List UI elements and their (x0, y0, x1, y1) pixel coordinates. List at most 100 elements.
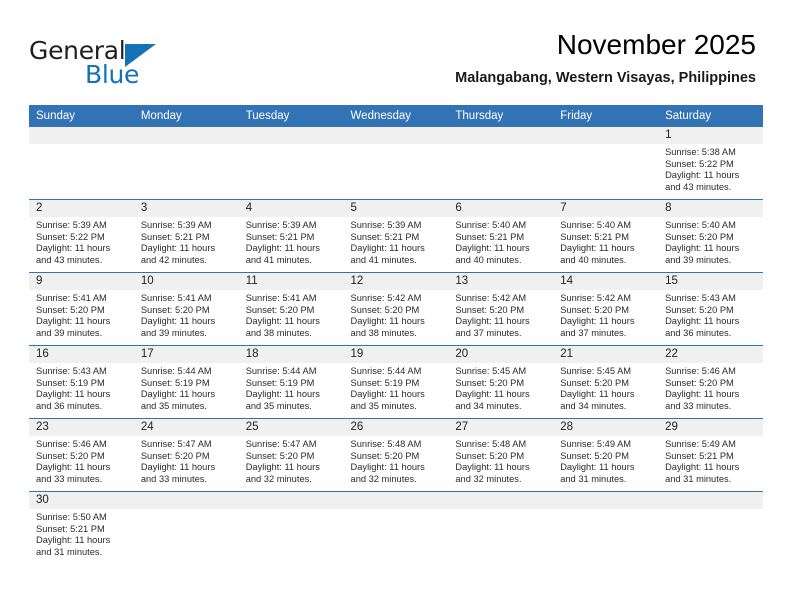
calendar-day-cell[interactable]: 22 Sunrise: 5:46 AM Sunset: 5:20 PM Dayligh… (658, 346, 763, 419)
day-sun-info: Sunrise: 5:43 AM Sunset: 5:20 PM Daylight:… (658, 290, 763, 339)
calendar-day-cell[interactable]: 16 Sunrise: 5:43 AM Sunset: 5:19 PM Dayligh… (29, 346, 134, 419)
calendar-day-cell[interactable]: 24 Sunrise: 5:47 AM Sunset: 5:20 PM Dayligh… (133, 419, 239, 492)
day-sun-info: Sunrise: 5:44 AM Sunset: 5:19 PM Daylight:… (134, 363, 239, 412)
calendar-day-cell[interactable]: 27 Sunrise: 5:48 AM Sunset: 5:20 PM Dayligh… (448, 419, 554, 492)
day-cell-content: 2 Sunrise: 5:39 AM Sunset: 5:22 PM Daylight… (29, 200, 134, 272)
calendar-day-cell[interactable]: 12 Sunrise: 5:42 AM Sunset: 5:20 PM Dayligh… (343, 273, 449, 346)
calendar-day-cell[interactable]: 30 Sunrise: 5:50 AM Sunset: 5:21 PM Dayligh… (29, 492, 134, 565)
day-number (343, 127, 449, 144)
day-info-daylight1: Daylight: 11 hours (560, 316, 635, 327)
calendar-day-cell[interactable]: 6 Sunrise: 5:40 AM Sunset: 5:21 PM Daylight… (448, 200, 554, 273)
day-info-sunset: Sunset: 5:19 PM (350, 377, 420, 388)
day-cell-content: 28 Sunrise: 5:49 AM Sunset: 5:20 PM Dayligh… (553, 419, 659, 491)
day-cell-content: 22 Sunrise: 5:46 AM Sunset: 5:20 PM Dayligh… (658, 346, 763, 418)
calendar-day-cell[interactable]: 21 Sunrise: 5:45 AM Sunset: 5:20 PM Dayligh… (553, 346, 659, 419)
calendar-day-cell[interactable]: 26 Sunrise: 5:48 AM Sunset: 5:20 PM Dayligh… (343, 419, 449, 492)
calendar-day-cell[interactable]: 20 Sunrise: 5:45 AM Sunset: 5:20 PM Dayligh… (448, 346, 554, 419)
calendar-week-row: 2 Sunrise: 5:39 AM Sunset: 5:22 PM Daylight… (29, 199, 763, 273)
day-info-sunrise: Sunrise: 5:40 AM (455, 220, 527, 230)
day-sun-info: Sunrise: 5:44 AM Sunset: 5:19 PM Daylight:… (239, 363, 344, 412)
calendar-day-cell[interactable]: 14 Sunrise: 5:42 AM Sunset: 5:20 PM Dayligh… (553, 273, 659, 346)
day-info-sunset: Sunset: 5:19 PM (140, 377, 210, 388)
day-info-sunset: Sunset: 5:20 PM (455, 304, 525, 315)
day-info-daylight1: Daylight: 11 hours (245, 243, 320, 254)
calendar-day-cell[interactable]: 23 Sunrise: 5:46 AM Sunset: 5:20 PM Dayligh… (29, 419, 134, 492)
day-number (343, 492, 449, 509)
day-number: 9 (29, 273, 134, 290)
day-info-daylight1: Daylight: 11 hours (455, 462, 530, 473)
day-cell-content (29, 127, 134, 199)
day-sun-info: Sunrise: 5:49 AM Sunset: 5:21 PM Daylight:… (658, 436, 763, 485)
calendar-day-cell[interactable]: 9 Sunrise: 5:41 AM Sunset: 5:20 PM Daylight… (29, 273, 134, 346)
calendar-day-cell[interactable]: 5 Sunrise: 5:39 AM Sunset: 5:21 PM Daylight… (343, 200, 449, 273)
general-blue-logo[interactable]: General Blue (29, 36, 239, 92)
day-number: 6 (448, 200, 554, 217)
day-info-daylight2: and 39 minutes. (140, 327, 207, 338)
weekday-header-wednesday: Wednesday (343, 105, 449, 127)
calendar-day-cell[interactable]: 17 Sunrise: 5:44 AM Sunset: 5:19 PM Dayligh… (133, 346, 239, 419)
calendar-day-cell[interactable]: 15 Sunrise: 5:43 AM Sunset: 5:20 PM Dayligh… (658, 273, 763, 346)
day-sun-info: Sunrise: 5:49 AM Sunset: 5:20 PM Daylight:… (553, 436, 658, 485)
day-info-sunset: Sunset: 5:21 PM (140, 231, 210, 242)
day-sun-info: Sunrise: 5:46 AM Sunset: 5:20 PM Daylight:… (658, 363, 763, 412)
day-info-daylight2: and 42 minutes. (140, 254, 207, 265)
calendar-body: 1 Sunrise: 5:38 AM Sunset: 5:22 PM Daylight… (29, 127, 763, 564)
calendar-day-cell[interactable]: 19 Sunrise: 5:44 AM Sunset: 5:19 PM Dayligh… (343, 346, 449, 419)
weekday-header-saturday: Saturday (658, 105, 763, 127)
calendar-day-cell[interactable]: 13 Sunrise: 5:42 AM Sunset: 5:20 PM Dayligh… (448, 273, 554, 346)
calendar-week-row: 23 Sunrise: 5:46 AM Sunset: 5:20 PM Dayligh… (29, 418, 763, 492)
calendar-day-cell[interactable]: 25 Sunrise: 5:47 AM Sunset: 5:20 PM Dayligh… (238, 419, 344, 492)
day-cell-content: 17 Sunrise: 5:44 AM Sunset: 5:19 PM Dayligh… (133, 346, 239, 418)
calendar-day-cell (238, 127, 344, 200)
day-cell-content: 26 Sunrise: 5:48 AM Sunset: 5:20 PM Dayligh… (343, 419, 449, 491)
day-cell-content: 10 Sunrise: 5:41 AM Sunset: 5:20 PM Dayligh… (133, 273, 239, 345)
day-info-sunrise: Sunrise: 5:48 AM (455, 439, 527, 449)
calendar-day-cell[interactable]: 8 Sunrise: 5:40 AM Sunset: 5:20 PM Daylight… (658, 200, 763, 273)
day-info-daylight1: Daylight: 11 hours (350, 316, 425, 327)
day-cell-content: 20 Sunrise: 5:45 AM Sunset: 5:20 PM Dayligh… (448, 346, 554, 418)
calendar-day-cell[interactable]: 2 Sunrise: 5:39 AM Sunset: 5:22 PM Daylight… (29, 200, 134, 273)
day-info-sunrise: Sunrise: 5:39 AM (140, 220, 212, 230)
day-info-sunrise: Sunrise: 5:42 AM (350, 293, 422, 303)
calendar-day-cell[interactable]: 10 Sunrise: 5:41 AM Sunset: 5:20 PM Dayligh… (133, 273, 239, 346)
calendar-day-cell[interactable]: 18 Sunrise: 5:44 AM Sunset: 5:19 PM Dayligh… (238, 346, 344, 419)
day-number: 26 (343, 419, 449, 436)
day-info-daylight2: and 41 minutes. (245, 254, 312, 265)
day-info-daylight2: and 38 minutes. (350, 327, 417, 338)
day-number: 10 (133, 273, 239, 290)
day-info-sunrise: Sunrise: 5:41 AM (140, 293, 212, 303)
day-info-daylight1: Daylight: 11 hours (665, 462, 740, 473)
day-info-sunset: Sunset: 5:22 PM (36, 231, 105, 242)
day-info-sunrise: Sunrise: 5:38 AM (665, 147, 736, 157)
day-info-daylight2: and 33 minutes. (665, 400, 732, 411)
day-sun-info: Sunrise: 5:50 AM Sunset: 5:21 PM Daylight:… (29, 509, 134, 558)
day-info-daylight1: Daylight: 11 hours (665, 170, 740, 181)
day-info-daylight1: Daylight: 11 hours (350, 462, 425, 473)
day-info-sunrise: Sunrise: 5:44 AM (350, 366, 422, 376)
calendar-day-cell[interactable]: 3 Sunrise: 5:39 AM Sunset: 5:21 PM Daylight… (133, 200, 239, 273)
day-cell-content: 9 Sunrise: 5:41 AM Sunset: 5:20 PM Daylight… (29, 273, 134, 345)
calendar-day-cell[interactable]: 11 Sunrise: 5:41 AM Sunset: 5:20 PM Dayligh… (238, 273, 344, 346)
calendar-day-cell (553, 127, 659, 200)
day-cell-content: 4 Sunrise: 5:39 AM Sunset: 5:21 PM Daylight… (238, 200, 344, 272)
day-info-sunset: Sunset: 5:19 PM (245, 377, 315, 388)
day-cell-content (553, 127, 659, 199)
day-info-daylight2: and 31 minutes. (560, 473, 627, 484)
day-info-daylight1: Daylight: 11 hours (36, 316, 111, 327)
calendar-day-cell[interactable]: 28 Sunrise: 5:49 AM Sunset: 5:20 PM Dayligh… (553, 419, 659, 492)
calendar-day-cell[interactable]: 29 Sunrise: 5:49 AM Sunset: 5:21 PM Dayligh… (658, 419, 763, 492)
day-cell-content: 15 Sunrise: 5:43 AM Sunset: 5:20 PM Dayligh… (658, 273, 763, 345)
calendar-day-cell[interactable]: 4 Sunrise: 5:39 AM Sunset: 5:21 PM Daylight… (238, 200, 344, 273)
day-info-sunrise: Sunrise: 5:40 AM (665, 220, 736, 230)
calendar-day-cell (343, 492, 449, 565)
day-sun-info: Sunrise: 5:45 AM Sunset: 5:20 PM Daylight:… (448, 363, 553, 412)
weekday-header-row: Sunday Monday Tuesday Wednesday Thursday… (29, 105, 763, 127)
day-info-sunset: Sunset: 5:20 PM (36, 450, 105, 461)
day-cell-content: 13 Sunrise: 5:42 AM Sunset: 5:20 PM Dayligh… (448, 273, 554, 345)
day-info-sunrise: Sunrise: 5:44 AM (245, 366, 317, 376)
calendar-week-row: 30 Sunrise: 5:50 AM Sunset: 5:21 PM Dayligh… (29, 491, 763, 565)
calendar-day-cell[interactable]: 7 Sunrise: 5:40 AM Sunset: 5:21 PM Daylight… (553, 200, 659, 273)
calendar-day-cell[interactable]: 1 Sunrise: 5:38 AM Sunset: 5:22 PM Daylight… (658, 127, 763, 200)
calendar-day-cell (133, 492, 239, 565)
day-cell-content (343, 127, 449, 199)
